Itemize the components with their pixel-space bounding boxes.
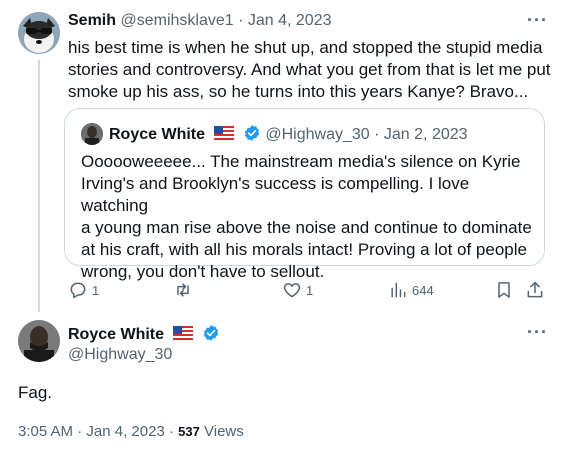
verified-badge-icon [203,325,219,341]
main-tweet-text: Fag. [18,383,53,402]
main-tweet-header: Royce White [68,324,220,344]
reply-icon [70,282,86,299]
bookmark-icon [498,282,510,298]
us-flag-icon [173,326,194,340]
avatar[interactable] [18,12,60,54]
share-icon [527,281,543,298]
share-button[interactable] [525,280,545,300]
analytics-icon [391,282,406,298]
display-name[interactable]: Semih [68,12,116,29]
bookmark-button[interactable] [494,280,514,300]
quoted-tweet-header: Royce White @Highway_30 · Jan 2, 2023 [109,124,468,144]
reply-count: 1 [92,282,100,298]
separator: · [168,423,174,440]
tweet-meta: 3:05 AM · Jan 4, 2023 · 537 Views [18,423,244,440]
text-line: stories and controversy. And what you ge… [68,60,551,79]
text-line: at his craft, with all his morals intact… [81,240,527,259]
more-options-icon[interactable]: ··· [527,322,548,343]
text-line: Oooooweeeee... The mainstream media's si… [81,152,521,171]
heart-icon [283,283,301,298]
us-flag-icon [214,126,235,140]
display-name[interactable]: Royce White [68,326,164,343]
thread-connector-line [38,60,40,312]
retweet-icon [177,283,189,297]
reply-tweet-header: Semih @semihsklave1 · Jan 4, 2023 [68,12,332,30]
text-line: his best time is when he shut up, and st… [68,38,543,57]
display-name: Royce White [109,126,206,143]
separator: · [238,12,244,29]
more-options-icon[interactable]: ··· [527,10,548,31]
reply-button[interactable]: 1 [68,280,99,300]
retweet-button[interactable] [173,280,197,300]
text-line: smoke up his ass, so he turns into this … [68,82,529,101]
quoted-tweet-text: Oooooweeeee... The mainstream media's si… [81,151,541,283]
like-button[interactable]: 1 [282,280,313,300]
views-count: 644 [412,282,434,298]
avatar [81,123,103,145]
handle[interactable]: @Highway_30 [68,346,172,364]
person-avatar-image [18,320,60,362]
dog-avatar-image [18,12,60,54]
handle[interactable]: @semihsklave1 [120,12,233,29]
tweet-date[interactable]: Jan 4, 2023 [86,423,164,440]
tweet-date: Jan 2, 2023 [383,126,468,143]
reply-tweet-text: his best time is when he shut up, and st… [68,37,558,103]
separator: · [374,126,380,143]
text-line: Irving's and Brooklyn's success is compe… [81,174,470,215]
verified-badge-icon [244,125,260,141]
avatar[interactable] [18,320,60,362]
separator: · [77,423,83,440]
quoted-tweet-card[interactable]: Royce White @Highway_30 · Jan 2, 2023 Oo… [64,108,545,281]
text-line: a young man rise above the noise and con… [81,218,532,237]
tweet-date[interactable]: Jan 4, 2023 [248,12,332,29]
views-count: 537 [178,424,200,439]
person-avatar-image [81,123,103,145]
like-count: 1 [306,282,314,298]
tweet-time[interactable]: 3:05 AM [18,423,73,440]
handle: @Highway_30 [265,126,370,143]
views-button[interactable]: 644 [388,280,434,300]
views-label: Views [204,423,244,440]
